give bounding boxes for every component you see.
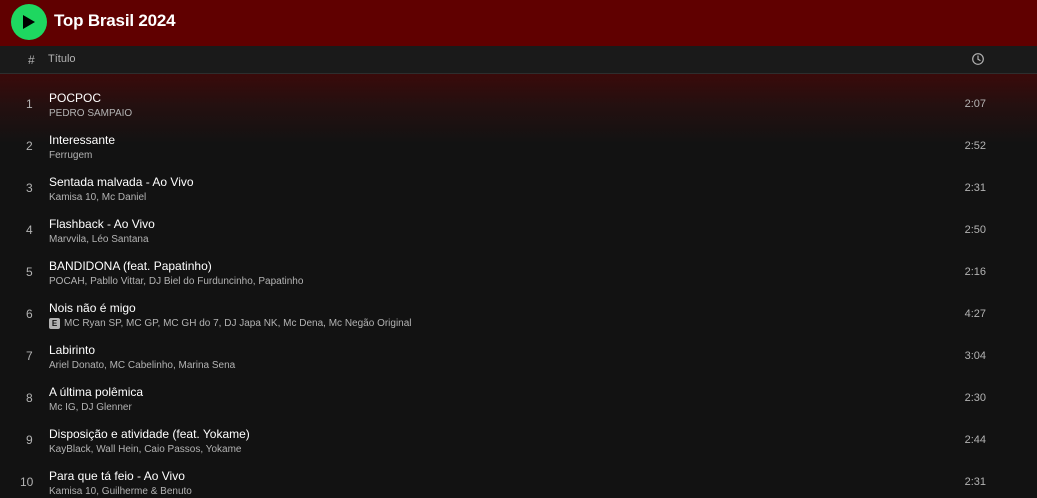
track-artists: Mc IG, DJ Glenner: [49, 402, 132, 413]
track-duration: 4:27: [964, 308, 986, 320]
track-duration: 2:31: [964, 182, 986, 194]
track-title[interactable]: Interessante: [49, 133, 115, 147]
track-title[interactable]: Sentada malvada - Ao Vivo: [49, 175, 194, 189]
track-artists-text[interactable]: Kamisa 10, Mc Daniel: [49, 192, 146, 203]
track-duration: 2:52: [964, 140, 986, 152]
track-artists-text[interactable]: MC Ryan SP, MC GP, MC GH do 7, DJ Japa N…: [64, 318, 412, 329]
track-row[interactable]: 4 Flashback - Ao Vivo Marvvila, Léo Santan…: [0, 210, 1037, 252]
track-artists-text[interactable]: Ferrugem: [49, 150, 92, 161]
track-artists-text[interactable]: Mc IG, DJ Glenner: [49, 402, 132, 413]
track-row[interactable]: 1 POCPOC PEDRO SAMPAIO 2:07: [0, 84, 1037, 126]
track-artists: Kamisa 10, Guilherme & Benuto: [49, 486, 192, 497]
playlist-page: Top Brasil 2024 # Título 1 POCPOC PEDRO SA…: [0, 0, 1037, 498]
track-artists-text[interactable]: Marvvila, Léo Santana: [49, 234, 149, 245]
track-row[interactable]: 5 BANDIDONA (feat. Papatinho) POCAH, Pabll…: [0, 252, 1037, 294]
track-artists-text[interactable]: Kamisa 10, Guilherme & Benuto: [49, 486, 192, 497]
track-artists: Marvvila, Léo Santana: [49, 234, 149, 245]
track-title[interactable]: Para que tá feio - Ao Vivo: [49, 469, 185, 483]
track-title[interactable]: POCPOC: [49, 91, 101, 105]
track-artists: E MC Ryan SP, MC GP, MC GH do 7, DJ Japa …: [49, 318, 412, 329]
track-duration: 2:16: [964, 266, 986, 278]
track-row[interactable]: 3 Sentada malvada - Ao Vivo Kamisa 10, Mc …: [0, 168, 1037, 210]
track-row[interactable]: 10 Para que tá feio - Ao Vivo Kamisa 10, G…: [0, 462, 1037, 498]
track-artists-text[interactable]: POCAH, Pabllo Vittar, DJ Biel do Furdunc…: [49, 276, 303, 287]
explicit-icon: E: [49, 318, 60, 329]
track-duration: 2:07: [964, 98, 986, 110]
track-artists: Ferrugem: [49, 150, 92, 161]
track-title[interactable]: Disposição e atividade (feat. Yokame): [49, 427, 250, 441]
column-header: # Título: [0, 46, 1037, 74]
track-title[interactable]: Flashback - Ao Vivo: [49, 217, 155, 231]
track-row[interactable]: 2 Interessante Ferrugem 2:52: [0, 126, 1037, 168]
track-row[interactable]: 9 Disposição e atividade (feat. Yokame) Ka…: [0, 420, 1037, 462]
track-list: 1 POCPOC PEDRO SAMPAIO 2:07 2 Interessante Fer…: [0, 84, 1037, 498]
track-duration: 3:04: [964, 350, 986, 362]
track-title[interactable]: Labirinto: [49, 343, 95, 357]
track-artists: PEDRO SAMPAIO: [49, 108, 132, 119]
track-row[interactable]: 7 Labirinto Ariel Donato, MC Cabelinho, Ma…: [0, 336, 1037, 378]
track-row[interactable]: 8A última polêmica Mc IG, DJ Glenner 2:30: [0, 378, 1037, 420]
playlist-header: Top Brasil 2024: [0, 0, 1037, 46]
play-button[interactable]: [11, 4, 47, 40]
track-artists: Kamisa 10, Mc Daniel: [49, 192, 146, 203]
track-artists-text[interactable]: PEDRO SAMPAIO: [49, 108, 132, 119]
column-title-label[interactable]: Título: [48, 53, 76, 65]
track-title[interactable]: BANDIDONA (feat. Papatinho): [49, 259, 212, 273]
column-number-label: #: [28, 53, 35, 67]
track-artists: Ariel Donato, MC Cabelinho, Marina Sena: [49, 360, 235, 371]
track-title[interactable]: A última polêmica: [49, 385, 143, 399]
track-duration: 2:50: [964, 224, 986, 236]
play-icon: [23, 15, 35, 29]
track-title[interactable]: Nois não é migo: [49, 301, 136, 315]
track-artists-text[interactable]: KayBlack, Wall Hein, Caio Passos, Yokame: [49, 444, 242, 455]
track-artists: POCAH, Pabllo Vittar, DJ Biel do Furdunc…: [49, 276, 303, 287]
track-artists: KayBlack, Wall Hein, Caio Passos, Yokame: [49, 444, 242, 455]
playlist-title: Top Brasil 2024: [54, 11, 176, 30]
track-artists-text[interactable]: Ariel Donato, MC Cabelinho, Marina Sena: [49, 360, 235, 371]
track-duration: 2:30: [964, 392, 986, 404]
track-row[interactable]: 6 Nois não é migo E MC Ryan SP, MC GP, MC G…: [0, 294, 1037, 336]
track-duration: 2:31: [964, 476, 986, 488]
track-duration: 2:44: [964, 434, 986, 446]
clock-icon: [972, 53, 984, 65]
